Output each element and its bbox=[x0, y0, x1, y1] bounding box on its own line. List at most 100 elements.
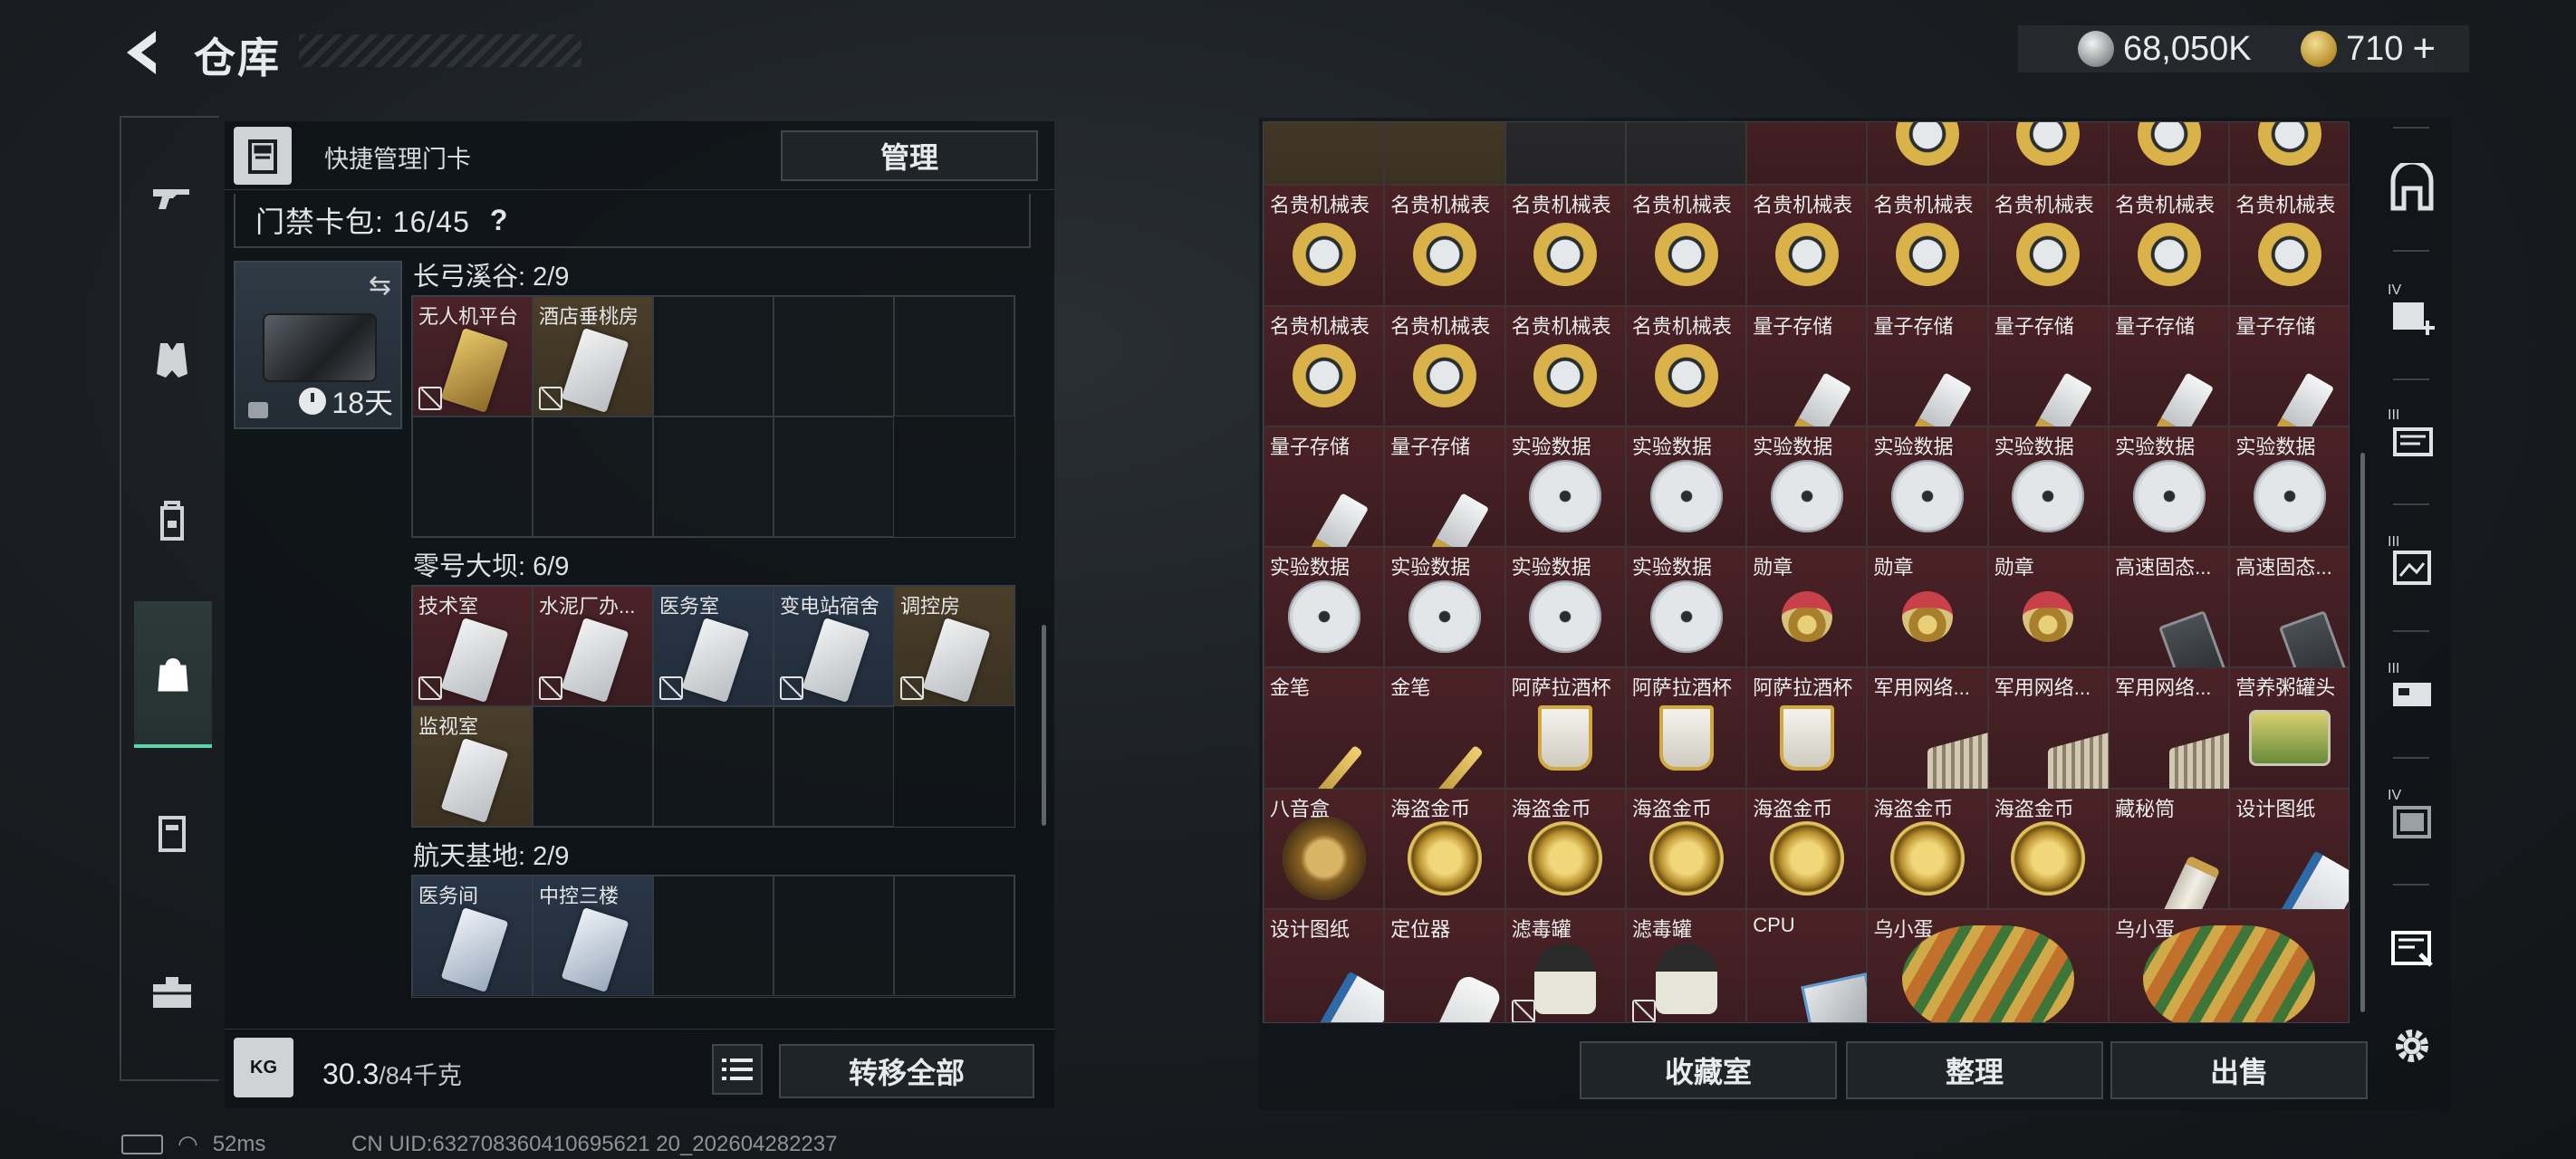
empty-slot[interactable] bbox=[653, 876, 774, 996]
tab-storage-iii-a[interactable]: III bbox=[2384, 407, 2440, 467]
inventory-item[interactable]: 名贵机械表 bbox=[1504, 305, 1626, 426]
sidebar-item-weapons[interactable] bbox=[134, 159, 210, 235]
inventory-item[interactable]: 军用网络... bbox=[1867, 667, 2010, 809]
inventory-item[interactable]: 名贵机械表 bbox=[1264, 185, 1385, 306]
inventory-item[interactable]: 量子存储 bbox=[1987, 305, 2110, 443]
empty-slot[interactable] bbox=[894, 296, 1014, 417]
inventory-item[interactable]: 金笔 bbox=[1384, 667, 1505, 821]
help-icon[interactable]: ? bbox=[490, 204, 509, 237]
inventory-item[interactable]: 量子存储 bbox=[2109, 305, 2230, 443]
inventory-item[interactable]: 海盗金币 bbox=[1384, 788, 1505, 910]
keycard-slot[interactable]: 变电站宿舍 bbox=[774, 586, 894, 706]
inventory-item[interactable]: 量子存储 bbox=[1264, 426, 1385, 563]
tab-keycard-storage[interactable] bbox=[2384, 920, 2440, 976]
inventory-item[interactable]: 实验数据 bbox=[1264, 547, 1385, 668]
inventory-item[interactable]: 军用网络... bbox=[2109, 667, 2251, 809]
inventory-item[interactable]: 海盗金币 bbox=[1746, 788, 1868, 910]
collection-room-button[interactable]: 收藏室 bbox=[1580, 1041, 1837, 1099]
inventory-item[interactable]: 名贵机械表 bbox=[1987, 185, 2110, 306]
inventory-item[interactable]: 名贵机械表 bbox=[1384, 185, 1505, 306]
inventory-item[interactable]: 量子存储 bbox=[2229, 305, 2349, 443]
sell-button[interactable]: 出售 bbox=[2110, 1041, 2368, 1099]
keycard-slot[interactable]: 酒店垂桃房 bbox=[533, 296, 653, 417]
inventory-item[interactable] bbox=[1264, 122, 1385, 186]
inventory-item[interactable]: CPU bbox=[1746, 909, 1880, 1022]
inventory-item[interactable]: 实验数据 bbox=[1625, 426, 1747, 548]
inventory-item[interactable]: 阿萨拉酒杯 bbox=[1746, 667, 1868, 789]
inventory-item[interactable] bbox=[1746, 122, 1868, 186]
empty-slot[interactable] bbox=[774, 296, 894, 417]
inventory-item[interactable]: 实验数据 bbox=[2229, 426, 2349, 548]
keycard-slot[interactable]: 医务室 bbox=[653, 586, 774, 706]
inventory-item[interactable]: 实验数据 bbox=[1504, 426, 1626, 548]
inventory-item[interactable]: 军用网络... bbox=[1987, 667, 2130, 809]
keycard-slot[interactable]: 水泥厂办... bbox=[533, 586, 653, 706]
swap-icon[interactable]: ⇆ bbox=[369, 270, 391, 302]
inventory-item[interactable]: 名贵机械表 bbox=[1746, 185, 1868, 306]
tab-storage-iii-b[interactable]: III bbox=[2384, 534, 2440, 594]
inventory-item[interactable]: 名贵机械表 bbox=[1867, 185, 1988, 306]
keycard-scrollbar[interactable] bbox=[1042, 625, 1046, 826]
add-gold-button[interactable]: + bbox=[2412, 26, 2436, 72]
empty-slot[interactable] bbox=[412, 417, 533, 537]
empty-slot[interactable] bbox=[653, 417, 774, 537]
inventory-item[interactable]: 滤毒罐 bbox=[1504, 909, 1626, 1022]
tab-storage-iv-add[interactable]: IV bbox=[2384, 283, 2440, 342]
keycard-slot[interactable]: 监视室 bbox=[412, 706, 533, 827]
keycard-slot[interactable]: 无人机平台 bbox=[412, 296, 533, 417]
empty-slot[interactable] bbox=[533, 417, 653, 537]
keycard-slot[interactable]: 中控三楼 bbox=[533, 876, 653, 996]
inventory-item[interactable]: 勋章 bbox=[1987, 547, 2110, 668]
inventory-item[interactable]: 海盗金币 bbox=[1625, 788, 1747, 910]
inventory-item[interactable]: 量子存储 bbox=[1867, 305, 1988, 443]
settings-button[interactable] bbox=[2384, 1018, 2440, 1074]
inventory-item[interactable] bbox=[2229, 122, 2349, 186]
inventory-item[interactable] bbox=[1625, 122, 1747, 186]
inventory-item[interactable]: 金笔 bbox=[1264, 667, 1385, 821]
inventory-item[interactable]: 名贵机械表 bbox=[1264, 305, 1385, 426]
inventory-item[interactable]: 实验数据 bbox=[1384, 547, 1505, 668]
sidebar-item-backpack[interactable] bbox=[134, 484, 210, 560]
gold-currency[interactable]: 710 + bbox=[2301, 25, 2436, 72]
inventory-item[interactable]: 实验数据 bbox=[1504, 547, 1626, 668]
inventory-item[interactable]: 勋章 bbox=[1746, 547, 1868, 668]
inventory-item[interactable]: 实验数据 bbox=[1867, 426, 1988, 548]
tab-storage-iii-c[interactable]: III bbox=[2384, 661, 2440, 721]
inventory-item[interactable]: 高速固态... bbox=[2229, 547, 2349, 696]
empty-slot[interactable] bbox=[653, 296, 774, 417]
inventory-item[interactable]: 名贵机械表 bbox=[1504, 185, 1626, 306]
inventory-item[interactable]: 设计图纸 bbox=[1264, 909, 1397, 1022]
inventory-item[interactable]: 实验数据 bbox=[1625, 547, 1747, 668]
inventory-item[interactable]: 名贵机械表 bbox=[1384, 305, 1505, 426]
inventory-item[interactable] bbox=[1987, 122, 2110, 186]
empty-slot[interactable] bbox=[774, 876, 894, 996]
empty-slot[interactable] bbox=[533, 706, 653, 827]
inventory-item[interactable]: 名贵机械表 bbox=[2109, 185, 2230, 306]
sidebar-item-container[interactable] bbox=[134, 795, 210, 871]
empty-slot[interactable] bbox=[774, 417, 894, 537]
keycard-case[interactable]: ⇆ 18天 bbox=[234, 261, 402, 429]
sort-button[interactable]: 整理 bbox=[1846, 1041, 2103, 1099]
inventory-item[interactable]: 乌小蛋 bbox=[1867, 909, 2110, 1022]
transfer-all-button[interactable]: 转移全部 bbox=[779, 1044, 1034, 1098]
inventory-item[interactable]: 海盗金币 bbox=[1987, 788, 2110, 910]
manage-button[interactable]: 管理 bbox=[781, 130, 1038, 181]
inventory-item[interactable]: 定位器 bbox=[1384, 909, 1505, 1022]
keycard-slot[interactable]: 调控房 bbox=[894, 586, 1014, 706]
inventory-item[interactable]: 阿萨拉酒杯 bbox=[1504, 667, 1626, 789]
inventory-item[interactable] bbox=[1867, 122, 1988, 186]
inventory-item[interactable]: 量子存储 bbox=[1746, 305, 1868, 443]
inventory-item[interactable]: 实验数据 bbox=[2109, 426, 2230, 548]
empty-slot[interactable] bbox=[653, 706, 774, 827]
inventory-item[interactable]: 设计图纸 bbox=[2229, 788, 2349, 953]
inventory-item[interactable]: 藏秘筒 bbox=[2109, 788, 2230, 949]
empty-slot[interactable] bbox=[894, 876, 1014, 996]
inventory-item[interactable]: 滤毒罐 bbox=[1625, 909, 1747, 1022]
tab-storage-iv[interactable]: IV bbox=[2384, 788, 2440, 848]
inventory-item[interactable] bbox=[1504, 122, 1626, 186]
inventory-item[interactable]: 勋章 bbox=[1867, 547, 1988, 668]
empty-slot[interactable] bbox=[774, 706, 894, 827]
warehouse-scrollbar[interactable] bbox=[2360, 453, 2365, 1012]
sidebar-item-toolbox[interactable] bbox=[134, 954, 210, 1030]
inventory-item[interactable]: 八音盒 bbox=[1264, 788, 1385, 910]
